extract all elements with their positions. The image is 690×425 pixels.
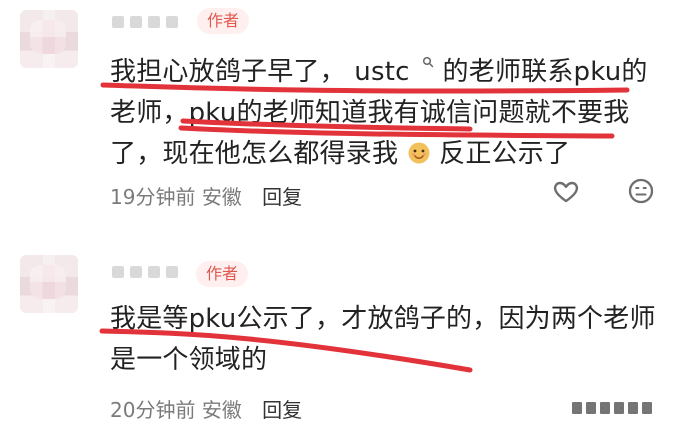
search-icon	[423, 56, 434, 68]
topic-link[interactable]: ustc	[354, 57, 409, 87]
username-blur[interactable]	[112, 14, 178, 30]
comment-text-part: 反正公示了	[439, 139, 571, 169]
reply-button[interactable]: 回复	[262, 398, 302, 422]
watermark-glyph	[572, 399, 682, 417]
avatar[interactable]	[20, 10, 78, 68]
emoji-face-icon	[408, 142, 430, 164]
author-badge: 作者	[197, 8, 250, 34]
neutral-face-icon[interactable]	[626, 176, 656, 206]
location: 安徽	[201, 398, 242, 422]
username-blur[interactable]	[112, 264, 178, 280]
location: 安徽	[201, 185, 242, 209]
comment-meta: 19分钟前 安徽 回复	[110, 181, 302, 210]
author-badge: 作者	[196, 261, 249, 287]
comment-meta: 20分钟前 安徽 回复	[110, 394, 302, 423]
avatar[interactable]	[20, 255, 78, 313]
comment-text-part: 我担心放鸽子早了，	[110, 57, 346, 87]
heart-icon[interactable]	[551, 176, 581, 206]
reply-button[interactable]: 回复	[262, 185, 302, 209]
timestamp: 20分钟前	[110, 398, 196, 422]
timestamp: 19分钟前	[110, 185, 196, 209]
comment-text: 我是等pku公示了，才放鸽子的，因为两个老师是一个领域的	[110, 304, 656, 375]
comment-text: 我担心放鸽子早了， ustc 的老师联系pku的老师，pku的老师知道我有诚信问…	[110, 52, 670, 175]
